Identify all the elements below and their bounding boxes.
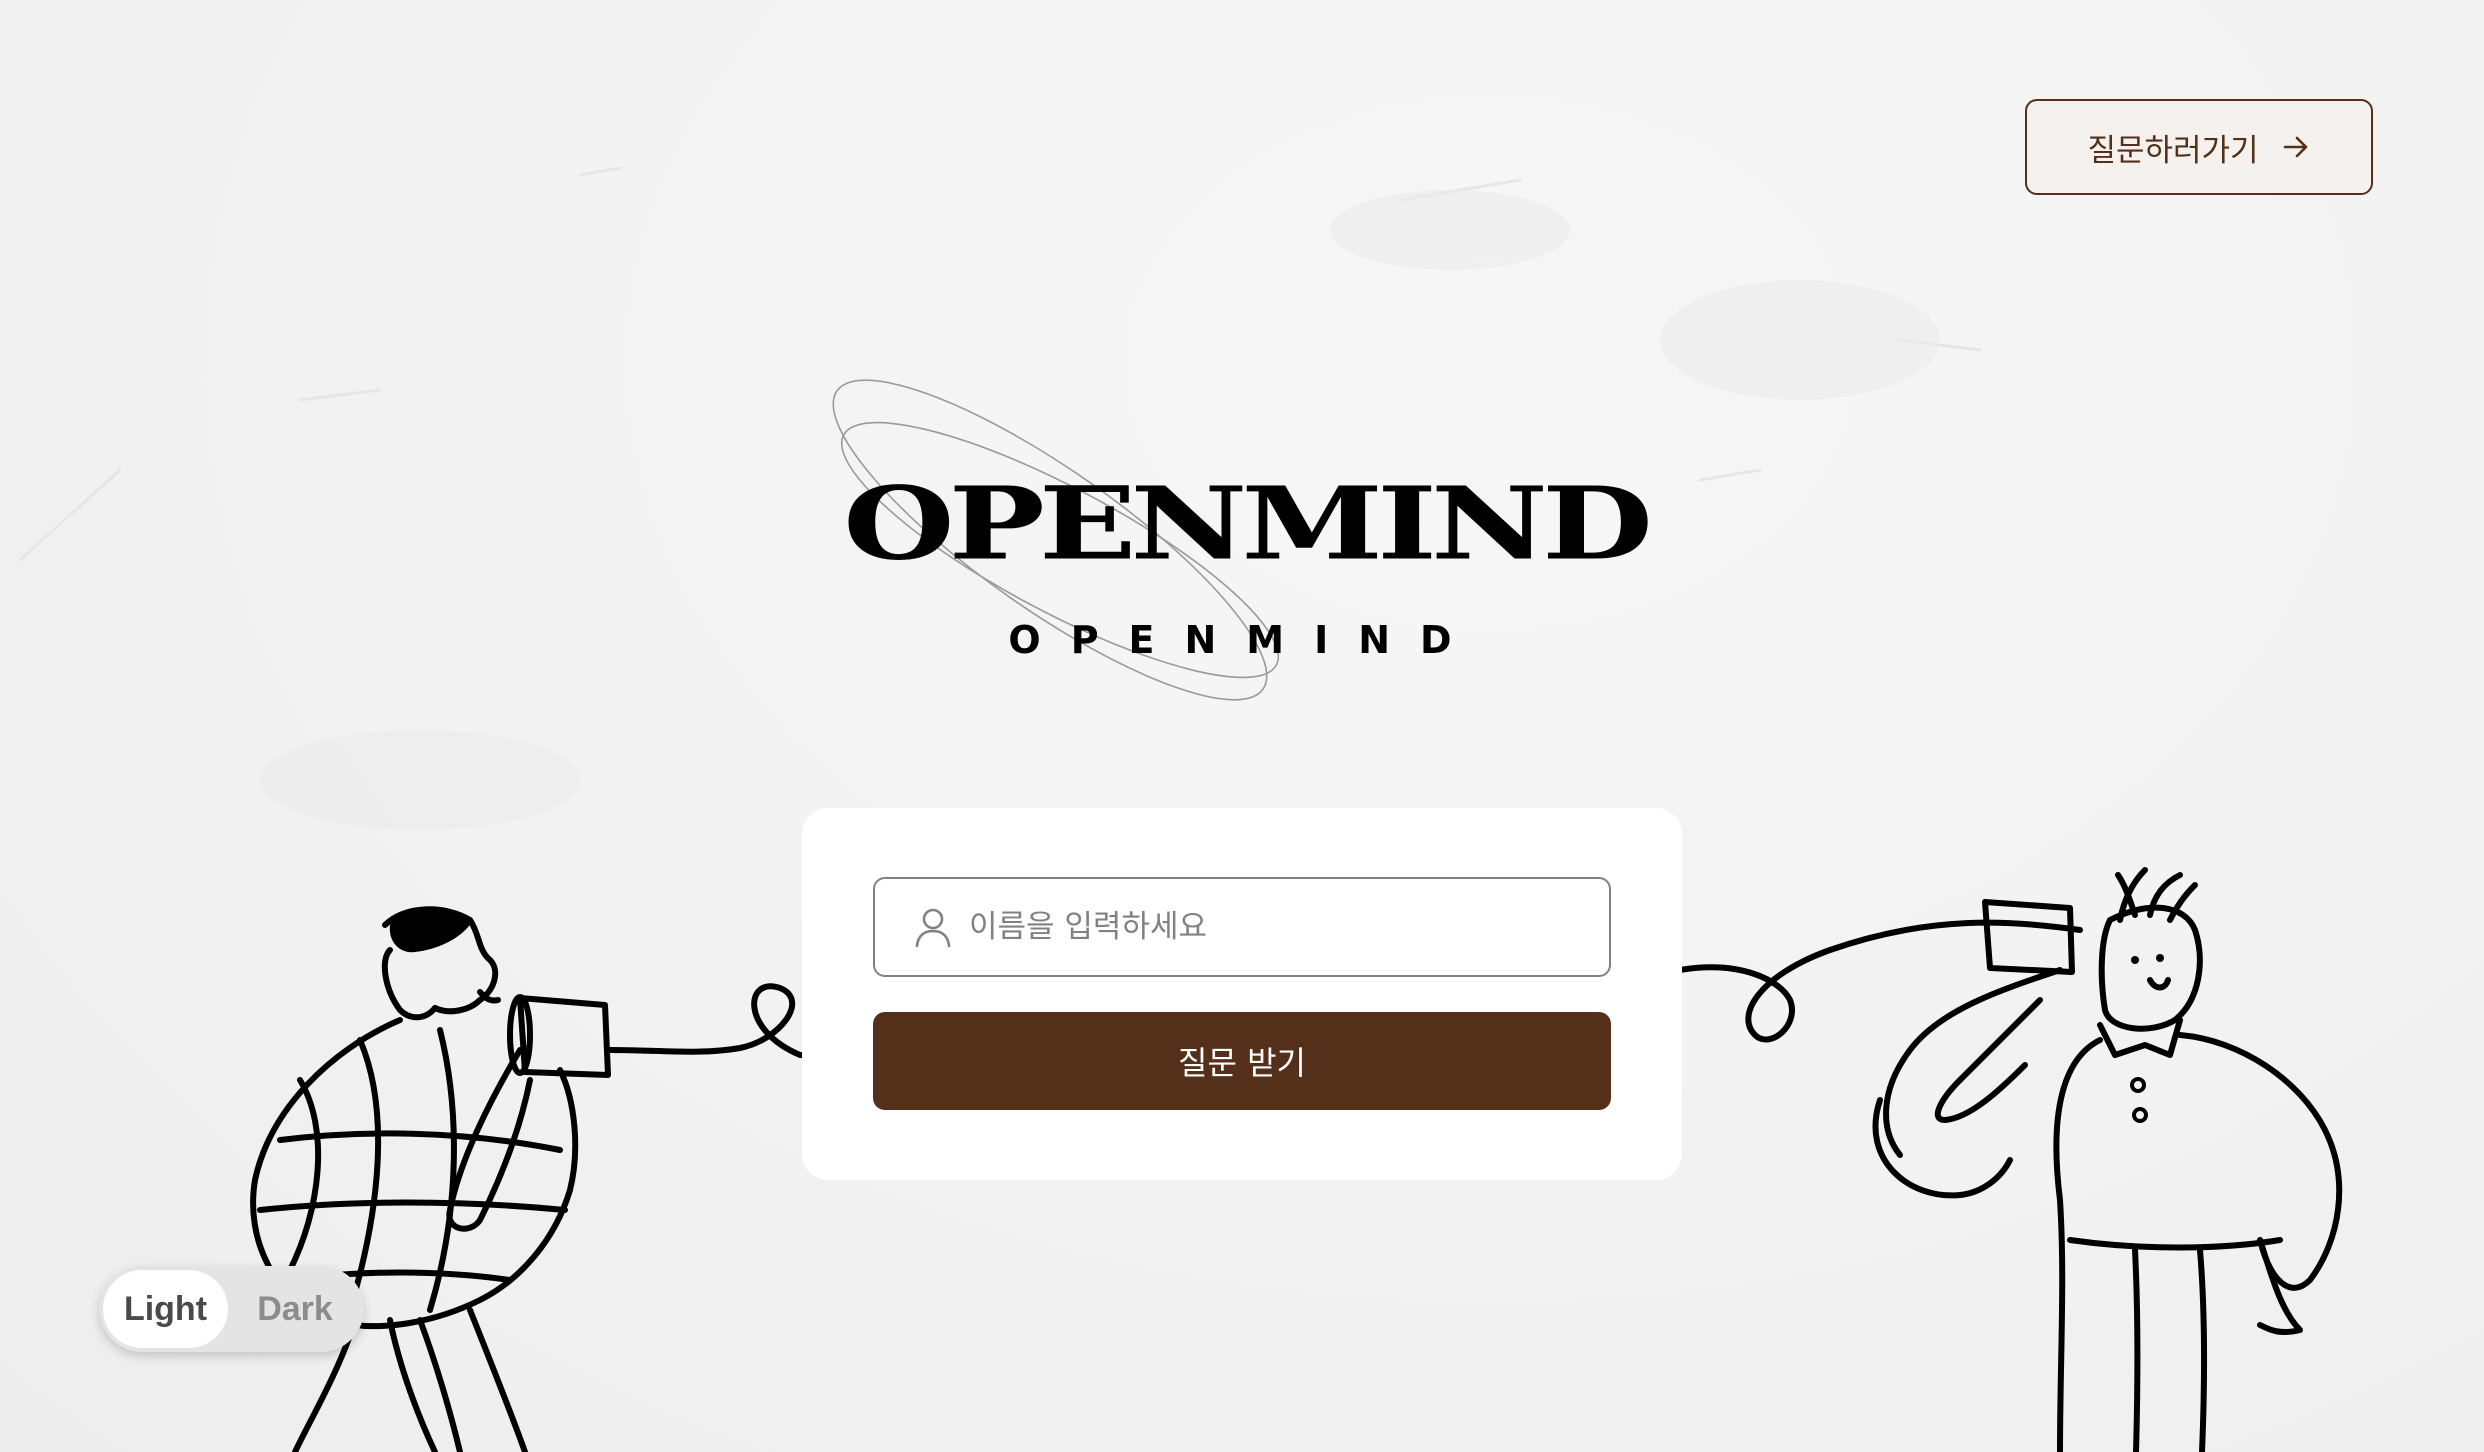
person-icon xyxy=(915,908,951,948)
theme-dark-option[interactable]: Dark xyxy=(231,1270,359,1348)
theme-toggle[interactable]: Light Dark xyxy=(99,1266,364,1352)
logo-subtitle: OPENMIND xyxy=(1008,618,1482,662)
go-to-questions-label: 질문하러가기 xyxy=(2087,132,2259,169)
arrow-right-icon xyxy=(2283,136,2307,158)
receive-questions-label: 질문 받기 xyxy=(1178,1044,1306,1082)
logo-title: OPENMIND xyxy=(843,465,1653,583)
name-input-field[interactable] xyxy=(873,877,1611,977)
logo: OPENMIND OPENMIND xyxy=(730,350,1760,750)
right-person-illustration xyxy=(1680,867,2343,1452)
theme-light-option[interactable]: Light xyxy=(103,1270,228,1348)
go-to-questions-button[interactable]: 질문하러가기 xyxy=(2025,99,2373,195)
left-person-illustration xyxy=(250,906,808,1452)
name-input[interactable] xyxy=(967,908,1571,946)
receive-questions-button[interactable]: 질문 받기 xyxy=(873,1012,1611,1110)
name-form-card: 질문 받기 xyxy=(802,808,1682,1180)
